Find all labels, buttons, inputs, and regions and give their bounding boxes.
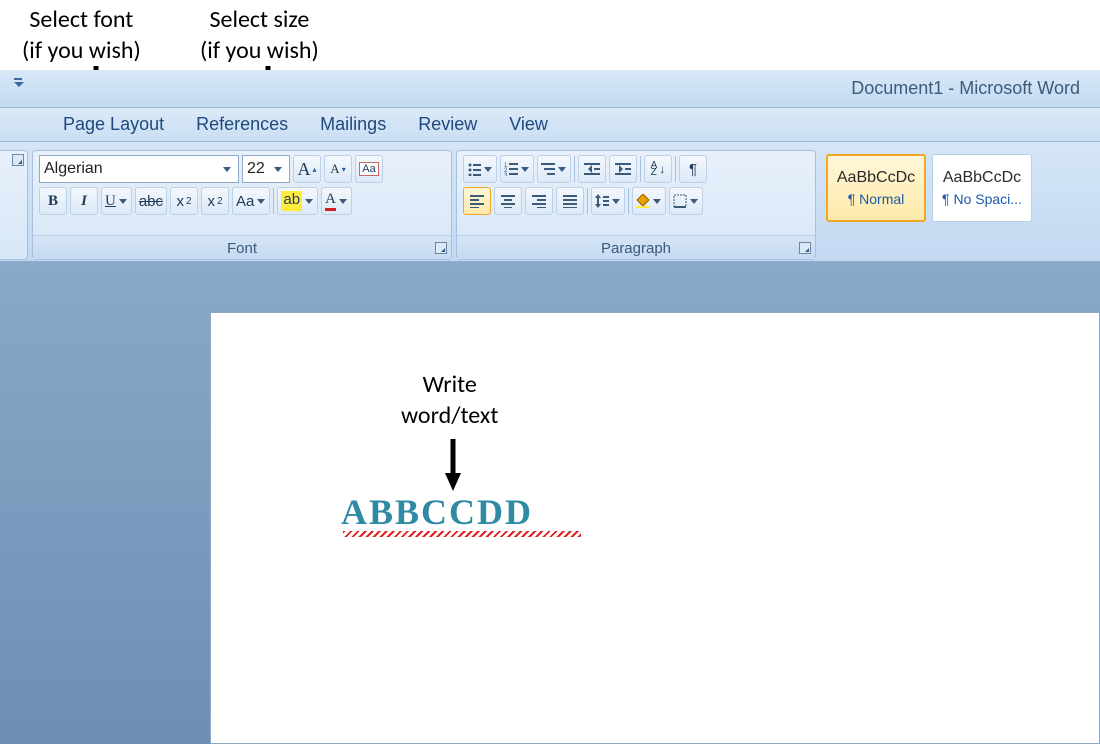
tab-view[interactable]: View — [509, 114, 548, 135]
justify-button[interactable] — [556, 187, 584, 215]
sort-button[interactable]: AZ↓ — [644, 155, 672, 183]
font-dialog-launcher-icon[interactable] — [435, 242, 447, 254]
font-size-combo[interactable]: 22 — [242, 155, 290, 183]
tab-references[interactable]: References — [196, 114, 288, 135]
annotation-write: Write word/text — [401, 369, 498, 431]
title-bar: Document1 - Microsoft Word — [0, 70, 1100, 108]
chevron-down-icon[interactable] — [256, 199, 266, 204]
group-paragraph: 123 AZ↓ ¶ — [456, 150, 816, 260]
chevron-down-icon[interactable] — [118, 199, 128, 204]
style-normal[interactable]: AaBbCcDc ¶ Normal — [826, 154, 926, 222]
shading-button[interactable] — [632, 187, 666, 215]
group-label-paragraph: Paragraph — [457, 235, 815, 259]
group-clipboard — [0, 150, 28, 260]
spellcheck-underline-icon — [343, 531, 581, 537]
tab-mailings[interactable]: Mailings — [320, 114, 386, 135]
highlight-button[interactable]: ab — [277, 187, 318, 215]
increase-indent-button[interactable] — [609, 155, 637, 183]
numbering-button[interactable]: 123 — [500, 155, 534, 183]
document-page[interactable]: Write word/text ABBCCDD — [210, 312, 1100, 744]
chevron-down-icon[interactable] — [483, 167, 493, 172]
font-size-value: 22 — [247, 160, 271, 178]
chevron-down-icon[interactable] — [689, 199, 699, 204]
paragraph-dialog-launcher-icon[interactable] — [799, 242, 811, 254]
chevron-down-icon[interactable] — [338, 199, 348, 204]
superscript-button[interactable]: x2 — [201, 187, 229, 215]
align-center-button[interactable] — [494, 187, 522, 215]
font-name-value: Algerian — [44, 160, 220, 178]
ribbon-tabs: ert Page Layout References Mailings Revi… — [0, 108, 1100, 142]
tab-page-layout[interactable]: Page Layout — [63, 114, 164, 135]
annotation-size: Select size (if you wish) — [200, 4, 319, 66]
change-case-button[interactable]: Aa — [232, 187, 270, 215]
chevron-down-icon[interactable] — [220, 167, 234, 172]
chevron-down-icon[interactable] — [271, 167, 285, 172]
font-color-button[interactable]: A — [321, 187, 352, 215]
style-no-spacing[interactable]: AaBbCcDc ¶ No Spaci... — [932, 154, 1032, 222]
document-text: ABBCCDD — [341, 491, 533, 533]
shrink-font-button[interactable]: A▾ — [324, 155, 352, 183]
grow-font-button[interactable]: A▴ — [293, 155, 321, 183]
annotation-font: Select font (if you wish) — [22, 4, 141, 66]
line-spacing-button[interactable] — [591, 187, 625, 215]
font-name-combo[interactable]: Algerian — [39, 155, 239, 183]
bullets-button[interactable] — [463, 155, 497, 183]
chevron-down-icon[interactable] — [304, 199, 314, 204]
group-styles: AaBbCcDc ¶ Normal AaBbCcDc ¶ No Spaci... — [822, 150, 1036, 236]
decrease-indent-button[interactable] — [578, 155, 606, 183]
group-font: Algerian 22 A▴ A▾ Aa B I — [32, 150, 452, 260]
multilevel-list-button[interactable] — [537, 155, 571, 183]
tab-review[interactable]: Review — [418, 114, 477, 135]
chevron-down-icon[interactable] — [611, 199, 621, 204]
italic-button[interactable]: I — [70, 187, 98, 215]
align-right-button[interactable] — [525, 187, 553, 215]
bold-button[interactable]: B — [39, 187, 67, 215]
arrow-write-icon — [443, 439, 463, 491]
svg-text:3: 3 — [504, 173, 508, 176]
ribbon: Algerian 22 A▴ A▾ Aa B I — [0, 142, 1100, 262]
underline-button[interactable]: U — [101, 187, 132, 215]
clear-formatting-button[interactable]: Aa — [355, 155, 383, 183]
show-hide-button[interactable]: ¶ — [679, 155, 707, 183]
clipboard-dialog-launcher-icon[interactable] — [12, 154, 24, 166]
subscript-button[interactable]: x2 — [170, 187, 198, 215]
borders-button[interactable] — [669, 187, 703, 215]
chevron-down-icon[interactable] — [557, 167, 567, 172]
strikethrough-button[interactable]: abc — [135, 187, 167, 215]
chevron-down-icon[interactable] — [520, 167, 530, 172]
qat-dropdown-icon[interactable] — [14, 78, 24, 92]
align-left-button[interactable] — [463, 187, 491, 215]
document-workspace: Write word/text ABBCCDD — [0, 262, 1100, 744]
window-title: Document1 - Microsoft Word — [851, 78, 1080, 99]
chevron-down-icon[interactable] — [652, 199, 662, 204]
group-label-font: Font — [33, 235, 451, 259]
